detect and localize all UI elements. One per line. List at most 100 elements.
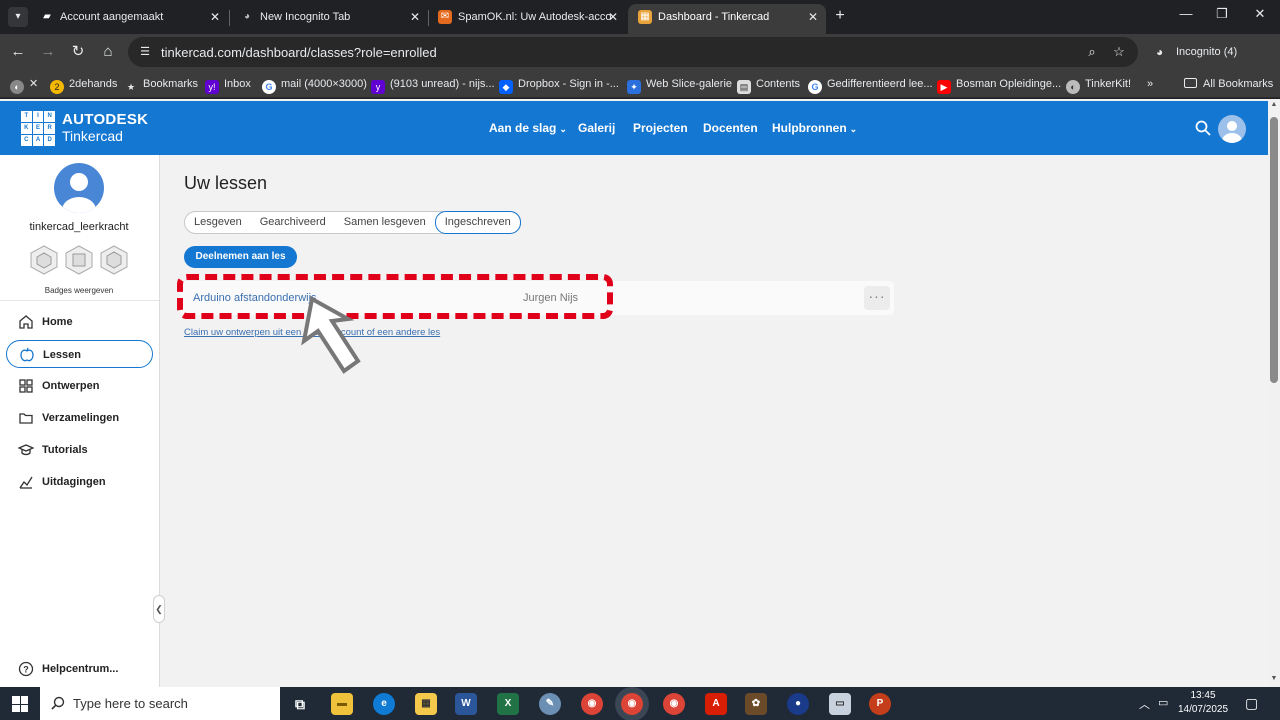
badges-link[interactable]: Badges weergeven — [0, 286, 158, 295]
incognito-indicator[interactable]: ◕ Incognito (4) — [1148, 37, 1272, 67]
tab-search-button[interactable]: ▾ — [8, 7, 28, 27]
tab-spamok[interactable]: ✉ SpamOK.nl: Uw Autodesk-acco ✕ — [428, 4, 626, 34]
reload-icon[interactable]: ↻ — [68, 42, 88, 62]
home-button-icon[interactable]: ⌂ — [98, 42, 118, 62]
address-bar[interactable]: ☰ tinkercad.com/dashboard/classes?role=e… — [128, 37, 1138, 67]
bookmark-item-inbox[interactable]: y! Inbox — [205, 76, 251, 94]
tab-ingeschreven[interactable]: Ingeschreven — [434, 211, 521, 234]
bookmark-item-yahoo-mail[interactable]: y (9103 unread) - nijs... — [371, 76, 495, 94]
tab-close-icon[interactable]: ✕ — [210, 4, 220, 30]
gimp-icon[interactable]: ✿ — [745, 693, 767, 715]
back-arrow-icon[interactable]: ← — [8, 42, 28, 62]
brand-tinkercad[interactable]: Tinkercad — [62, 128, 123, 144]
sidebar-item-uitdagingen[interactable]: Uitdagingen — [6, 468, 153, 496]
tinkercad-logo[interactable]: TIN KER CAD — [21, 111, 55, 146]
bookmark-item-bookmarks[interactable]: ★ Bookmarks — [124, 76, 198, 94]
nav-docenten[interactable]: Docenten — [703, 121, 758, 135]
tab-gearchiveerd[interactable]: Gearchiveerd — [251, 212, 335, 233]
claim-designs-link[interactable]: Claim uw ontwerpen uit een ander account… — [184, 327, 440, 338]
tab-close-icon[interactable]: ✕ — [410, 4, 420, 30]
bookmark-item-tinkerkit[interactable]: ◐ TinkerKit! — [1066, 76, 1131, 94]
system-clock[interactable]: 13:45 14/07/2025 — [1176, 689, 1230, 717]
nav-galerij[interactable]: Galerij — [578, 121, 615, 135]
tab-dashboard-tinkercad[interactable]: ▦ Dashboard - Tinkercad ✕ — [628, 4, 826, 34]
bookmark-item-gedifferentieerd[interactable]: G Gedifferentieerd lee... — [808, 76, 933, 94]
tab-samen-lesgeven[interactable]: Samen lesgeven — [335, 212, 435, 233]
paint-icon[interactable]: ✎ — [539, 693, 561, 715]
notification-icon[interactable]: ▢ — [1245, 695, 1258, 712]
tab-account-aangemaakt[interactable]: ▰ Account aangemaakt ✕ — [30, 4, 228, 34]
site-info-icon[interactable]: ☰ — [137, 44, 153, 60]
tray-chevron-up-icon[interactable]: ︿ — [1139, 696, 1150, 712]
bookmarks-bar: ◐ ✕ 2 2dehands ★ Bookmarks y! Inbox Gmail (4… — [0, 70, 1280, 98]
brand-autodesk[interactable]: AUTODESK — [62, 111, 148, 128]
excel-icon[interactable]: X — [497, 693, 519, 715]
minimize-icon[interactable]: — — [1176, 6, 1196, 21]
new-tab-button[interactable]: + — [830, 5, 850, 27]
class-row[interactable]: Arduino afstandonderwijs Jurgen Nijs ··· — [180, 281, 894, 315]
class-name-link[interactable]: Arduino afstandonderwijs — [193, 292, 317, 304]
chrome-icon[interactable]: ◉ — [581, 693, 603, 715]
word-icon[interactable]: W — [455, 693, 477, 715]
bookmark-item-contents[interactable]: ▤ Contents — [737, 76, 800, 94]
more-options-button[interactable]: ··· — [864, 286, 890, 310]
taskbar-search-box[interactable]: Type here to search — [40, 687, 280, 720]
user-avatar[interactable] — [1218, 115, 1246, 143]
bookmark-item-bosman[interactable]: ▶ Bosman Opleidinge... — [937, 76, 1061, 94]
chrome-incognito-icon[interactable]: ◉ — [621, 693, 643, 715]
zoom-search-icon[interactable]: ⌕ — [1083, 43, 1101, 61]
acrobat-icon[interactable]: A — [705, 693, 727, 715]
powerpoint-icon[interactable]: P — [869, 693, 891, 715]
calculator-grid-icon[interactable]: ▦ — [415, 693, 437, 715]
scrollbar-thumb[interactable] — [1270, 117, 1278, 383]
all-bookmarks-button[interactable]: All Bookmarks — [1184, 76, 1273, 92]
app-circle-icon[interactable]: ● — [787, 693, 809, 715]
logo-cell: R — [44, 123, 55, 134]
task-view-icon[interactable]: ⧉ — [289, 693, 311, 715]
bookmark-item-dropbox[interactable]: ◆ Dropbox - Sign in -... — [499, 76, 619, 94]
windows-start-icon[interactable] — [12, 696, 28, 712]
nav-aan-de-slag[interactable]: Aan de slag ⌄ — [489, 121, 567, 135]
forward-arrow-icon[interactable]: → — [38, 42, 58, 62]
profile-avatar[interactable] — [54, 163, 104, 213]
bookmark-star-icon[interactable]: ☆ — [1110, 43, 1128, 61]
tab-lesgeven[interactable]: Lesgeven — [185, 212, 251, 233]
tab-close-icon[interactable]: ✕ — [608, 4, 618, 30]
nav-hulpbronnen[interactable]: Hulpbronnen ⌄ — [772, 121, 857, 135]
sidebar-item-home[interactable]: Home — [6, 308, 153, 336]
nav-label: Galerij — [578, 121, 616, 135]
join-class-button[interactable]: Deelnemen aan les — [184, 246, 297, 268]
chart-icon — [19, 476, 33, 489]
nav-projecten[interactable]: Projecten — [633, 121, 688, 135]
grid-icon — [19, 379, 33, 393]
scroll-up-icon[interactable]: ▲ — [1270, 101, 1278, 108]
network-icon[interactable]: ▭ — [1158, 696, 1168, 709]
badge-icon[interactable] — [30, 245, 58, 275]
bookmark-item-mail[interactable]: Gmail (4000×3000) — [262, 76, 367, 94]
monitor-app-icon[interactable]: ▭ — [829, 693, 851, 715]
sidebar-item-ontwerpen[interactable]: Ontwerpen — [6, 372, 153, 400]
badge-icon[interactable] — [65, 245, 93, 275]
chrome-profile-icon[interactable]: ◉ — [663, 693, 685, 715]
tab-close-icon[interactable]: ✕ — [808, 4, 818, 30]
window-close-icon[interactable]: ✕ — [1250, 6, 1270, 22]
help-center-link[interactable]: ? Helpcentrum... — [6, 657, 153, 681]
url-text[interactable]: tinkercad.com/dashboard/classes?role=enr… — [161, 45, 437, 60]
bookmarks-overflow-button[interactable]: » — [1147, 76, 1153, 92]
page-scrollbar[interactable]: ▲ ▼ — [1268, 99, 1280, 687]
badge-icon[interactable] — [100, 245, 128, 275]
edge-icon[interactable]: e — [373, 693, 395, 715]
bookmark-item-2dehands[interactable]: 2 2dehands — [50, 76, 117, 94]
bookmark-item-web-slice[interactable]: ✦ Web Slice-galerie — [627, 76, 732, 94]
sidebar-item-verzamelingen[interactable]: Verzamelingen — [6, 404, 153, 432]
yahoo-mail-icon: y — [371, 80, 385, 94]
sidebar-item-tutorials[interactable]: Tutorials — [6, 436, 153, 464]
tab-new-incognito[interactable]: ◕ New Incognito Tab ✕ — [230, 4, 428, 34]
maximize-icon[interactable]: ❐ — [1212, 6, 1232, 22]
search-icon[interactable] — [1195, 120, 1211, 136]
file-explorer-icon[interactable]: ▬ — [331, 693, 353, 715]
sidebar-collapse-toggle[interactable]: ❮ — [153, 595, 165, 623]
scroll-down-icon[interactable]: ▼ — [1270, 675, 1278, 682]
bookmark-item-app[interactable]: ◐ ✕ — [10, 76, 38, 94]
sidebar-item-lessen[interactable]: Lessen — [6, 340, 153, 368]
